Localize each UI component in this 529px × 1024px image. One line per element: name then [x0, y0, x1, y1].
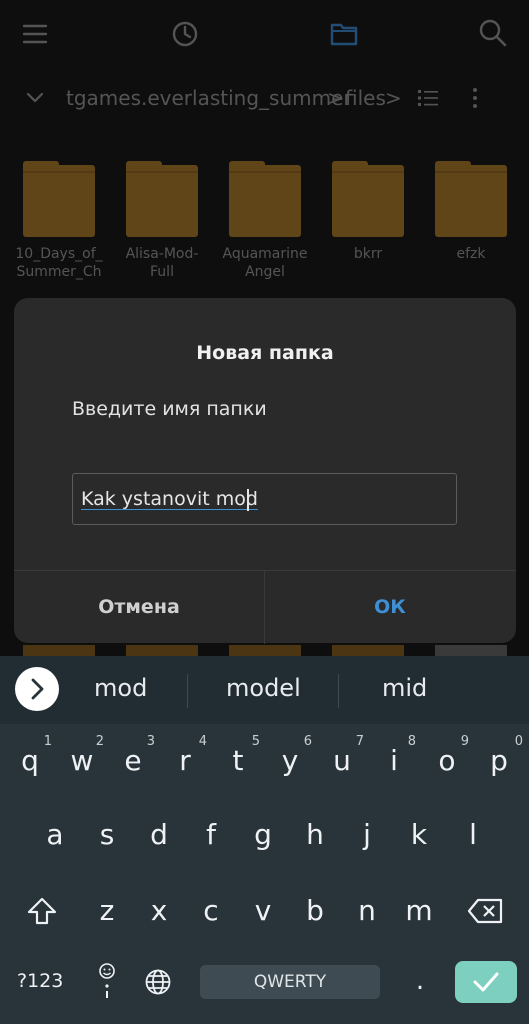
space-bar[interactable]: QWERTY — [200, 965, 380, 999]
key-b[interactable]: b — [289, 894, 341, 927]
key-m[interactable]: m — [393, 894, 445, 927]
suggestion-3[interactable]: mid — [382, 674, 427, 702]
key-t[interactable]: t5 — [212, 734, 264, 777]
backspace-icon[interactable] — [466, 896, 506, 926]
key-q[interactable]: q1 — [4, 734, 56, 777]
key-l[interactable]: l — [447, 818, 499, 851]
dialog-title: Новая папка — [196, 342, 334, 364]
key-o[interactable]: o9 — [421, 734, 473, 777]
key-y[interactable]: y6 — [264, 734, 316, 777]
symbols-key[interactable]: ?123 — [17, 970, 63, 992]
dialog-buttons: Отмена ОК — [14, 570, 516, 644]
key-a[interactable]: a — [29, 818, 81, 851]
suggestion-2[interactable]: model — [226, 674, 301, 702]
new-folder-dialog: Новая папка Введите имя папки Kak ystano… — [14, 298, 516, 644]
key-d[interactable]: d — [133, 818, 185, 851]
suggestion-strip: mod model mid — [0, 656, 529, 724]
text-caret — [247, 489, 249, 511]
enter-key[interactable] — [455, 961, 517, 1003]
key-k[interactable]: k — [393, 818, 445, 851]
dialog-message: Введите имя папки — [72, 398, 267, 420]
key-w[interactable]: w2 — [56, 734, 108, 777]
ok-button[interactable]: ОК — [265, 571, 515, 644]
key-e[interactable]: e3 — [107, 734, 159, 777]
key-v[interactable]: v — [237, 894, 289, 927]
emoji-icon[interactable] — [94, 960, 120, 1000]
cancel-button[interactable]: Отмена — [14, 571, 264, 644]
key-p[interactable]: p0 — [473, 734, 525, 777]
keyboard: q1 w2 e3 r4 t5 y6 u7 i8 o9 p0 a s d f g … — [0, 724, 529, 1024]
suggestion-divider — [187, 674, 188, 708]
key-n[interactable]: n — [341, 894, 393, 927]
key-x[interactable]: x — [133, 894, 185, 927]
check-icon — [473, 972, 499, 992]
folder-name-input[interactable]: Kak ystanovit mod — [72, 473, 457, 525]
folder-name-value: Kak ystanovit mod — [81, 488, 258, 510]
chevron-right-icon[interactable] — [15, 667, 59, 711]
key-s[interactable]: s — [81, 818, 133, 851]
suggestion-1[interactable]: mod — [94, 674, 147, 702]
suggestion-divider — [338, 674, 339, 708]
key-r[interactable]: r4 — [159, 734, 211, 777]
key-u[interactable]: u7 — [316, 734, 368, 777]
key-f[interactable]: f — [185, 818, 237, 851]
key-c[interactable]: c — [185, 894, 237, 927]
key-j[interactable]: j — [341, 818, 393, 851]
key-z[interactable]: z — [81, 894, 133, 927]
shift-icon[interactable] — [25, 894, 59, 928]
globe-icon[interactable] — [144, 968, 172, 996]
key-h[interactable]: h — [289, 818, 341, 851]
key-i[interactable]: i8 — [368, 734, 420, 777]
key-g[interactable]: g — [237, 818, 289, 851]
period-key[interactable]: . — [410, 966, 430, 996]
